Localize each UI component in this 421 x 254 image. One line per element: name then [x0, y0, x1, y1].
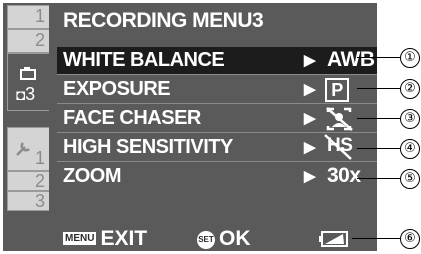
arrow-right-icon: ▶ — [304, 168, 316, 185]
callout-line — [352, 238, 400, 239]
tab-recording-1[interactable]: 1 — [7, 5, 49, 29]
menu-title: RECORDING MENU3 — [63, 9, 264, 32]
arrow-right-icon: ▶ — [304, 81, 316, 98]
exit-button[interactable]: MENU EXIT — [63, 227, 147, 251]
arrow-right-icon: ▶ — [304, 52, 316, 69]
item-label: WHITE BALANCE — [63, 49, 225, 71]
divider — [57, 132, 377, 133]
arrow-right-icon: ▶ — [304, 110, 316, 127]
item-label: HIGH SENSITIVITY — [63, 136, 233, 158]
tab-label: 2 — [34, 171, 45, 191]
ok-label: OK — [219, 227, 251, 250]
hs-crossed-icon — [324, 134, 352, 160]
menu-item-high-sensitivity[interactable]: HIGH SENSITIVITY ▶ HS — [57, 134, 377, 161]
tab-label: 1 — [34, 6, 45, 26]
menu-item-exposure[interactable]: EXPOSURE ▶ P — [57, 76, 377, 103]
tab-label: 1 — [34, 148, 45, 168]
camera-icon — [20, 67, 36, 80]
tab-settings-3[interactable]: 3 — [7, 191, 49, 211]
menu-item-zoom[interactable]: ZOOM ▶ 30x — [57, 163, 377, 190]
tab-settings-2[interactable]: 2 — [7, 171, 49, 191]
ok-button[interactable]: SET OK — [197, 227, 251, 251]
item-value: 30x — [327, 164, 361, 187]
arrow-right-icon: ▶ — [304, 139, 316, 156]
camera-menu-screen: 1 2 ◘3 1 2 3 RECORDING MENU3 WHITE BALAN… — [3, 3, 377, 251]
divider — [57, 74, 377, 75]
divider — [57, 161, 377, 162]
callout-line — [357, 178, 400, 179]
tab-recording-3[interactable]: ◘3 — [7, 53, 49, 111]
callout-4: ④ — [400, 139, 420, 159]
callout-line — [357, 88, 400, 89]
menu-item-face-chaser[interactable]: FACE CHASER ▶ — [57, 105, 377, 132]
callout-3: ③ — [400, 109, 420, 129]
menu-key-icon: MENU — [63, 232, 97, 245]
face-crossed-icon — [326, 107, 353, 131]
item-value: P — [325, 78, 349, 102]
tab-column: 1 2 ◘3 1 2 3 — [3, 3, 49, 251]
exit-label: EXIT — [100, 227, 148, 250]
battery-icon — [319, 231, 348, 247]
item-label: FACE CHASER — [63, 107, 201, 129]
wrench-icon — [16, 142, 30, 156]
callout-5: ⑤ — [400, 169, 420, 189]
set-key-icon: SET — [197, 231, 215, 249]
tab-label: 2 — [34, 30, 45, 50]
divider — [57, 103, 377, 104]
callout-6: ⑥ — [400, 229, 420, 249]
callout-line — [357, 148, 400, 149]
tab-settings-1[interactable]: 1 — [7, 127, 49, 171]
item-value: AWB — [327, 48, 375, 71]
tab-label: ◘3 — [16, 84, 36, 104]
menu-item-white-balance[interactable]: WHITE BALANCE ▶ AWB — [57, 47, 377, 74]
tab-recording-2[interactable]: 2 — [7, 29, 49, 53]
tab-label: 3 — [34, 191, 45, 211]
callout-2: ② — [400, 79, 420, 99]
callout-line — [357, 118, 400, 119]
item-label: EXPOSURE — [63, 78, 171, 100]
callout-line — [357, 57, 400, 58]
item-label: ZOOM — [63, 165, 122, 187]
callout-1: ① — [400, 48, 420, 68]
